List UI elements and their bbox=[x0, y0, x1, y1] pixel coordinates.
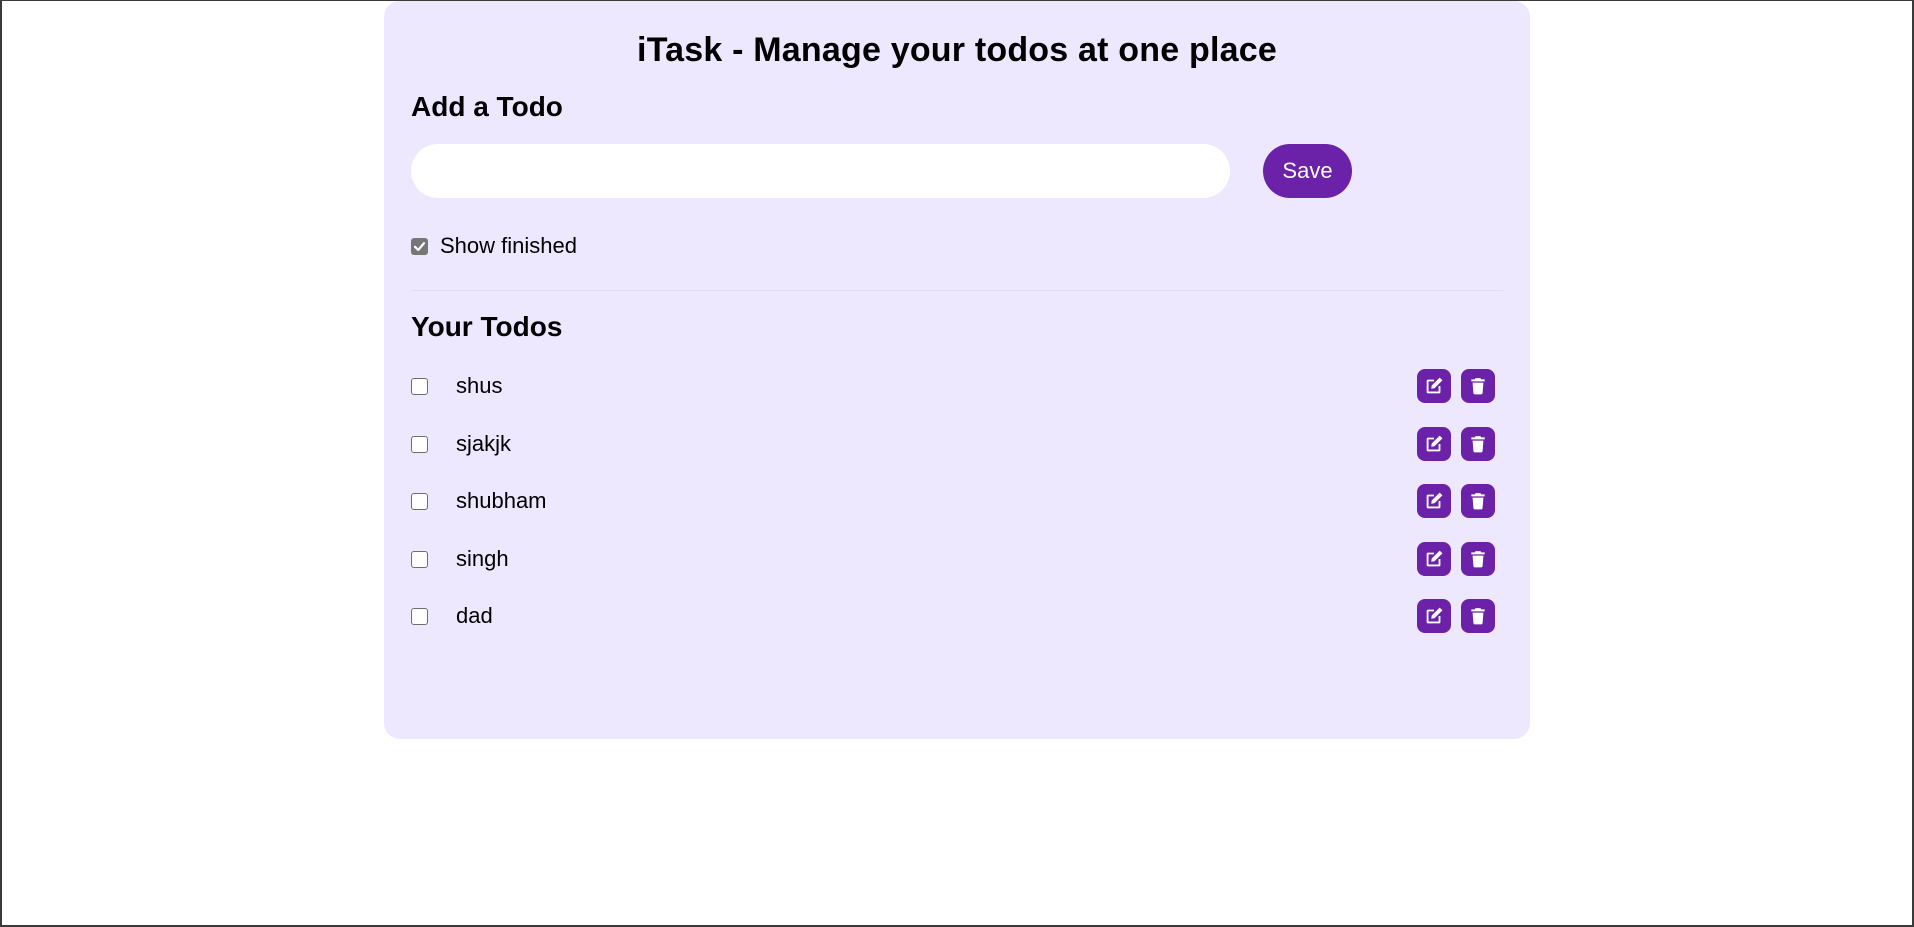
todo-actions bbox=[1417, 426, 1495, 461]
todo-actions bbox=[1417, 369, 1495, 403]
todo-actions bbox=[1417, 541, 1495, 576]
checkmark-icon bbox=[413, 241, 426, 251]
todo-checkbox[interactable] bbox=[411, 435, 428, 453]
todo-card: iTask - Manage your todos at one place A… bbox=[384, 1, 1530, 739]
edit-button[interactable] bbox=[1417, 541, 1451, 576]
delete-button[interactable] bbox=[1461, 599, 1495, 633]
todo-text: sjakjk bbox=[456, 430, 512, 456]
delete-button[interactable] bbox=[1461, 426, 1495, 461]
delete-button[interactable] bbox=[1461, 369, 1495, 403]
todo-text: singh bbox=[456, 545, 509, 571]
show-finished-toggle[interactable]: Show finished bbox=[411, 233, 577, 259]
trash-icon bbox=[1471, 493, 1485, 510]
page-title: iTask - Manage your todos at one place bbox=[637, 31, 1277, 69]
todo-item: shubham bbox=[411, 482, 1495, 540]
todo-actions bbox=[1417, 599, 1495, 633]
browser-viewport: iTask - Manage your todos at one place A… bbox=[0, 0, 1914, 927]
edit-icon bbox=[1426, 492, 1443, 509]
todo-checkbox[interactable] bbox=[411, 493, 428, 510]
add-todo-heading: Add a Todo bbox=[411, 91, 563, 122]
edit-button[interactable] bbox=[1417, 599, 1451, 633]
todo-item: shus bbox=[411, 367, 1495, 425]
your-todos-heading: Your Todos bbox=[411, 311, 563, 342]
trash-icon bbox=[1471, 608, 1485, 625]
trash-icon bbox=[1471, 378, 1485, 395]
todo-item: singh bbox=[411, 540, 1495, 598]
divider bbox=[411, 290, 1503, 291]
todo-text: shubham bbox=[456, 488, 547, 513]
save-button[interactable]: Save bbox=[1263, 144, 1352, 198]
todo-item: dad bbox=[411, 597, 1495, 655]
trash-icon bbox=[1471, 550, 1485, 567]
show-finished-label: Show finished bbox=[440, 233, 577, 258]
todo-checkbox[interactable] bbox=[411, 608, 428, 625]
todo-item: sjakjk bbox=[411, 425, 1495, 483]
edit-icon bbox=[1426, 435, 1443, 451]
edit-icon bbox=[1426, 607, 1443, 624]
todo-input[interactable] bbox=[411, 144, 1230, 198]
edit-icon bbox=[1426, 550, 1443, 566]
delete-button[interactable] bbox=[1461, 541, 1495, 576]
todo-actions bbox=[1417, 484, 1495, 518]
todo-list: shus sjakjk shubham singh dad bbox=[411, 367, 1495, 655]
delete-button[interactable] bbox=[1461, 484, 1495, 518]
trash-icon bbox=[1471, 435, 1485, 452]
todo-text: dad bbox=[456, 603, 493, 628]
edit-button[interactable] bbox=[1417, 369, 1451, 403]
show-finished-checkbox[interactable] bbox=[411, 237, 428, 255]
edit-button[interactable] bbox=[1417, 484, 1451, 518]
edit-icon bbox=[1426, 377, 1443, 394]
edit-button[interactable] bbox=[1417, 426, 1451, 461]
todo-checkbox[interactable] bbox=[411, 550, 428, 568]
todo-checkbox[interactable] bbox=[411, 378, 428, 395]
todo-text: shus bbox=[456, 373, 503, 398]
